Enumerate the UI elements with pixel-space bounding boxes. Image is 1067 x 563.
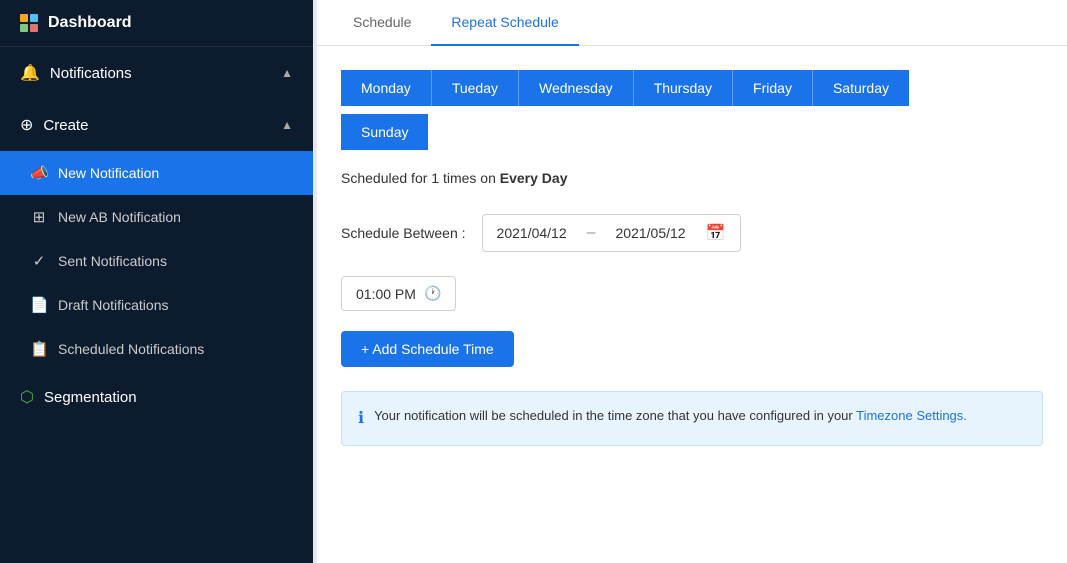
bell-icon: 🔔 — [20, 63, 40, 83]
day-sunday[interactable]: Sunday — [341, 114, 428, 150]
time-row: 01:00 PM 🕐 — [341, 276, 1043, 311]
info-text: Your notification will be scheduled in t… — [374, 406, 967, 426]
days-row-1: Monday Tueday Wednesday Thursday Friday … — [341, 70, 1043, 106]
megaphone-icon: 📣 — [30, 164, 48, 182]
segmentation-header[interactable]: ⬡ Segmentation — [0, 371, 313, 423]
checkmark-icon: ✓ — [30, 252, 48, 270]
sidebar-item-sent-notifications[interactable]: ✓ Sent Notifications — [0, 239, 313, 283]
schedule-description: Scheduled for 1 times on Every Day — [341, 170, 1043, 186]
clock-icon: 🕐 — [424, 285, 441, 302]
schedule-between-row: Schedule Between : 2021/04/12 – 2021/05/… — [341, 214, 1043, 252]
segmentation-icon: ⬡ — [20, 387, 34, 407]
calendar-icon: 📅 — [706, 223, 726, 243]
days-row-2: Sunday — [341, 114, 1043, 150]
schedule-text-prefix: Scheduled for 1 times on — [341, 170, 500, 186]
notifications-header[interactable]: 🔔 Notifications ▲ — [0, 47, 313, 99]
chevron-up-icon-2: ▲ — [281, 118, 293, 132]
sent-notifications-label: Sent Notifications — [58, 253, 167, 269]
add-time-label: + Add Schedule Time — [361, 341, 494, 357]
sidebar-item-draft-notifications[interactable]: 📄 Draft Notifications — [0, 283, 313, 327]
scheduled-icon: 📋 — [30, 340, 48, 358]
tabs-container: Schedule Repeat Schedule — [317, 0, 1067, 46]
sidebar: Dashboard 🔔 Notifications ▲ ⊕ Create ▲ 📣… — [0, 0, 313, 563]
timezone-settings-link[interactable]: Timezone Settings. — [856, 408, 967, 423]
new-notification-label: New Notification — [58, 165, 159, 181]
schedule-text-bold: Every Day — [500, 170, 568, 186]
time-picker[interactable]: 01:00 PM 🕐 — [341, 276, 456, 311]
draft-icon: 📄 — [30, 296, 48, 314]
plus-circle-icon: ⊕ — [20, 115, 33, 135]
notifications-label: Notifications — [50, 65, 132, 82]
schedule-between-label: Schedule Between : — [341, 225, 466, 241]
create-header[interactable]: ⊕ Create ▲ — [0, 99, 313, 151]
info-text-before: Your notification will be scheduled in t… — [374, 408, 856, 423]
ab-icon: ⊞ — [30, 208, 48, 226]
add-schedule-time-button[interactable]: + Add Schedule Time — [341, 331, 514, 367]
notifications-section: 🔔 Notifications ▲ ⊕ Create ▲ 📣 New Notif… — [0, 47, 313, 371]
new-ab-notification-label: New AB Notification — [58, 209, 181, 225]
date-range-picker[interactable]: 2021/04/12 – 2021/05/12 📅 — [482, 214, 741, 252]
chevron-up-icon: ▲ — [281, 66, 293, 80]
start-date: 2021/04/12 — [497, 225, 567, 241]
time-value: 01:00 PM — [356, 286, 416, 302]
day-monday[interactable]: Monday — [341, 70, 432, 106]
day-saturday[interactable]: Saturday — [813, 70, 909, 106]
tab-schedule[interactable]: Schedule — [333, 0, 431, 46]
day-wednesday[interactable]: Wednesday — [519, 70, 634, 106]
day-thursday[interactable]: Thursday — [634, 70, 733, 106]
sidebar-item-new-notification[interactable]: 📣 New Notification — [0, 151, 313, 195]
info-icon: ℹ — [358, 407, 364, 431]
tab-repeat-schedule[interactable]: Repeat Schedule — [431, 0, 578, 46]
scheduled-notifications-label: Scheduled Notifications — [58, 341, 204, 357]
content-area: Monday Tueday Wednesday Thursday Friday … — [317, 46, 1067, 470]
end-date: 2021/05/12 — [616, 225, 686, 241]
info-box: ℹ Your notification will be scheduled in… — [341, 391, 1043, 446]
draft-notifications-label: Draft Notifications — [58, 297, 168, 313]
date-separator: – — [587, 224, 596, 242]
create-label: Create — [43, 117, 88, 134]
day-friday[interactable]: Friday — [733, 70, 813, 106]
day-tuesday[interactable]: Tueday — [432, 70, 519, 106]
sidebar-item-new-ab-notification[interactable]: ⊞ New AB Notification — [0, 195, 313, 239]
dashboard-icon — [20, 14, 38, 32]
sidebar-item-scheduled-notifications[interactable]: 📋 Scheduled Notifications — [0, 327, 313, 371]
dashboard-label: Dashboard — [48, 14, 132, 32]
segmentation-label: Segmentation — [44, 389, 137, 406]
sidebar-logo[interactable]: Dashboard — [0, 0, 313, 47]
main-content: Schedule Repeat Schedule Monday Tueday W… — [317, 0, 1067, 563]
